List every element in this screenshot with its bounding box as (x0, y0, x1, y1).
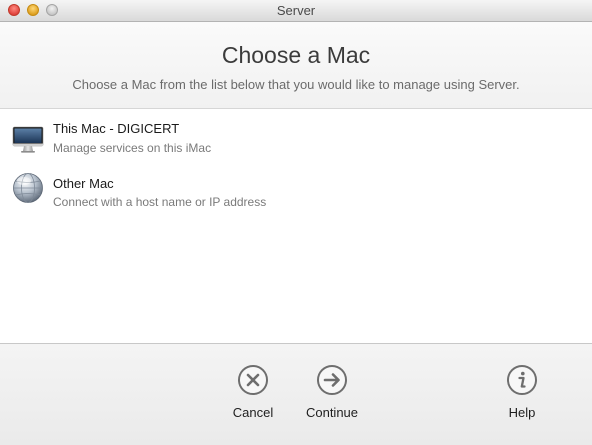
help-button[interactable]: Help (487, 364, 557, 420)
this-mac-subtitle: Manage services on this iMac (53, 141, 212, 155)
imac-icon (12, 126, 44, 153)
this-mac-title: This Mac - DIGICERT (53, 121, 180, 136)
info-icon (507, 365, 537, 395)
title-bar: Server (0, 0, 592, 22)
other-mac-title: Other Mac (53, 176, 114, 191)
continue-button[interactable]: Continue (297, 364, 367, 420)
network-globe-icon (13, 173, 43, 203)
cancel-x-icon (238, 365, 268, 395)
list-item-this-mac[interactable]: This Mac - DIGICERT Manage services on t… (0, 109, 592, 165)
continue-label: Continue (305, 405, 359, 420)
header: Choose a Mac Choose a Mac from the list … (0, 22, 592, 109)
page-title: Choose a Mac (221, 42, 371, 68)
list-item-other-mac[interactable]: Other Mac Connect with a host name or IP… (0, 165, 592, 221)
help-label: Help (508, 405, 536, 420)
arrow-right-icon (317, 365, 347, 395)
cancel-button[interactable]: Cancel (218, 364, 288, 420)
server-window: Server Choose a Mac Choose a Mac from th… (0, 0, 592, 445)
other-mac-subtitle: Connect with a host name or IP address (53, 195, 267, 209)
mac-list: This Mac - DIGICERT Manage services on t… (0, 109, 592, 221)
window-title: Server (276, 3, 316, 18)
cancel-label: Cancel (232, 405, 274, 420)
bottom-toolbar: Cancel Continue Help (0, 343, 592, 445)
page-subtitle: Choose a Mac from the list below that yo… (72, 77, 520, 92)
